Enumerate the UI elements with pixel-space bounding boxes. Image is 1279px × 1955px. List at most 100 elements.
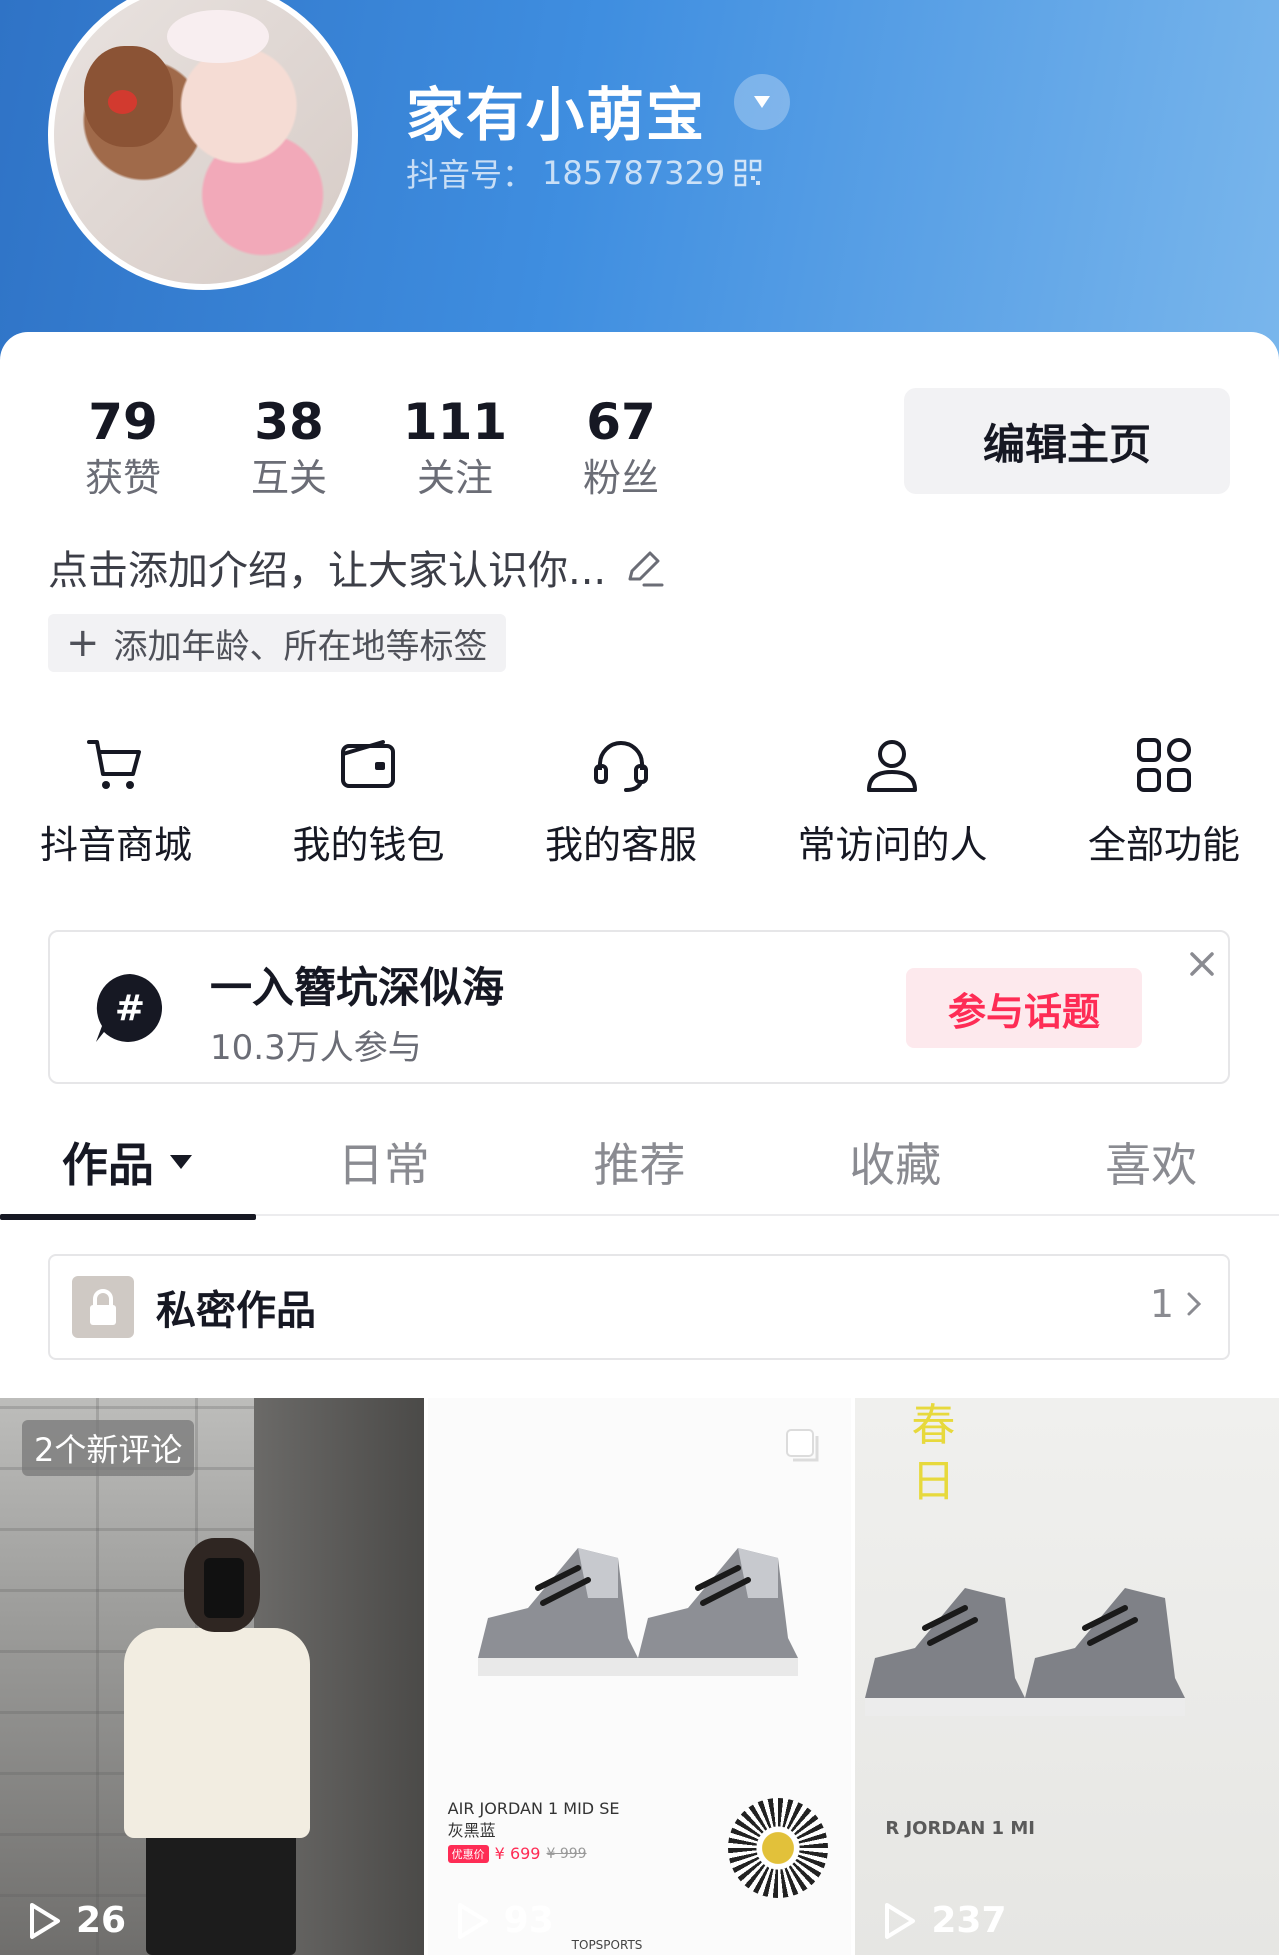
tab-label: 作品 xyxy=(61,1138,154,1192)
product-price: ¥ 699 xyxy=(494,1844,541,1863)
stat-value: 38 xyxy=(254,393,324,451)
svg-text:#: # xyxy=(115,988,145,1029)
store-qr-code xyxy=(727,1798,828,1898)
add-tags-button[interactable]: + 添加年龄、所在地等标签 xyxy=(48,614,506,672)
caret-down-icon xyxy=(169,1155,192,1169)
stat-following[interactable]: 111 关注 xyxy=(372,392,538,504)
private-works-label: 私密作品 xyxy=(156,1288,316,1334)
tab-likes[interactable]: 喜欢 xyxy=(1023,1108,1279,1216)
private-works-count: 1 xyxy=(1150,1282,1202,1326)
lock-icon xyxy=(90,1289,116,1325)
play-icon xyxy=(885,1902,916,1939)
chevron-down-icon xyxy=(754,96,770,108)
video-thumbnail[interactable]: AIR JORDAN 1 MID SE灰黑蓝 优惠价 ¥ 699 ¥ 999 T… xyxy=(427,1398,852,1955)
profile-card: 79 获赞 38 互关 111 关注 67 粉丝 编辑主页 点击添加介绍，让大家… xyxy=(0,332,1279,1955)
avatar[interactable] xyxy=(48,0,358,290)
play-count-value: 26 xyxy=(76,1900,127,1941)
topic-title: 一入簪坑深似海 xyxy=(210,963,505,1012)
video-thumbnail[interactable]: 春日 R JORDAN 1 MI 237 xyxy=(855,1398,1279,1955)
hashtag-icon: # xyxy=(96,974,163,1042)
stat-label: 粉丝 xyxy=(582,456,659,500)
video-grid: 2个新评论 26 AIR JORDAN 1 MID SE灰黑蓝 优惠价 ¥ 69… xyxy=(0,1398,1279,1955)
topic-participants: 10.3万人参与 xyxy=(210,1028,422,1068)
stat-label: 互关 xyxy=(250,456,327,500)
video-thumbnail[interactable]: 2个新评论 26 xyxy=(0,1398,424,1955)
person-phone xyxy=(204,1558,244,1618)
chevron-right-icon xyxy=(1187,1292,1202,1316)
douyin-id-value: 185787329 xyxy=(542,154,726,192)
pencil-icon xyxy=(628,551,664,587)
content-tabs: 作品 日常 推荐 收藏 喜欢 xyxy=(0,1108,1279,1216)
douyin-id[interactable]: 抖音号： 185787329 xyxy=(406,150,763,196)
feature-all-functions[interactable]: 全部功能 xyxy=(1088,732,1240,869)
product-name: AIR JORDAN 1 MID SE灰黑蓝 xyxy=(447,1799,620,1840)
overlay-text: 春日 xyxy=(911,1400,956,1507)
feature-label: 我的客服 xyxy=(544,823,697,867)
feature-frequent-visitors[interactable]: 常访问的人 xyxy=(797,732,987,869)
intro-field[interactable]: 点击添加介绍，让大家认识你... xyxy=(48,538,666,596)
add-tags-label: 添加年龄、所在地等标签 xyxy=(113,626,488,667)
active-tab-indicator xyxy=(0,1214,256,1220)
tab-label: 收藏 xyxy=(849,1138,942,1192)
douyin-id-label: 抖音号： xyxy=(406,156,535,194)
stat-value: 79 xyxy=(88,393,158,451)
sneakers-image xyxy=(865,1588,1186,1716)
private-count-value: 1 xyxy=(1149,1282,1174,1326)
tab-label: 推荐 xyxy=(593,1138,686,1192)
qr-code-icon[interactable] xyxy=(733,158,763,188)
tab-works[interactable]: 作品 xyxy=(0,1108,256,1216)
stat-label: 获赞 xyxy=(84,456,161,500)
username: 家有小萌宝 xyxy=(406,81,707,149)
tab-favorites[interactable]: 收藏 xyxy=(767,1108,1023,1216)
play-count: 93 xyxy=(454,1900,554,1941)
topic-banner[interactable]: # 一入簪坑深似海 10.3万人参与 参与话题 xyxy=(48,930,1230,1084)
stat-label: 关注 xyxy=(416,456,493,500)
cart-icon xyxy=(87,740,141,789)
profile-header: 家有小萌宝 抖音号： 185787329 xyxy=(0,0,1279,360)
play-count-value: 93 xyxy=(503,1900,554,1941)
feature-shortcuts: 抖音商城 我的钱包 我的客服 常访问的人 全部功能 xyxy=(40,732,1240,869)
stat-mutual[interactable]: 38 互关 xyxy=(206,392,372,504)
avatar-hat xyxy=(167,9,269,64)
feature-label: 全部功能 xyxy=(1087,823,1240,867)
play-icon xyxy=(30,1902,60,1939)
product-name: R JORDAN 1 MI xyxy=(885,1818,1035,1839)
headset-icon xyxy=(593,741,648,792)
tab-label: 喜欢 xyxy=(1105,1138,1198,1192)
person-shorts xyxy=(146,1828,296,1955)
feature-customer-service[interactable]: 我的客服 xyxy=(545,732,697,869)
intro-placeholder: 点击添加介绍，让大家认识你... xyxy=(48,548,607,594)
play-count-value: 237 xyxy=(931,1900,1007,1941)
feature-label: 抖音商城 xyxy=(40,823,193,867)
person-shirt xyxy=(124,1628,310,1838)
play-count: 26 xyxy=(26,1900,126,1941)
play-icon xyxy=(457,1902,488,1939)
tab-recommend[interactable]: 推荐 xyxy=(512,1108,768,1216)
feature-label: 我的钱包 xyxy=(292,823,445,867)
stat-value: 67 xyxy=(586,393,656,451)
brand-name: TOPSPORTS xyxy=(571,1938,643,1952)
account-switch-button[interactable] xyxy=(734,74,790,130)
product-old-price: ¥ 999 xyxy=(546,1845,587,1862)
play-count: 237 xyxy=(881,1900,1007,1941)
product-price-row: 优惠价 ¥ 699 ¥ 999 xyxy=(447,1844,587,1863)
wallet-icon xyxy=(341,740,396,788)
stat-followers[interactable]: 67 粉丝 xyxy=(538,392,704,504)
feature-mall[interactable]: 抖音商城 xyxy=(40,732,192,869)
feature-label: 常访问的人 xyxy=(797,823,988,867)
person-icon xyxy=(867,740,918,792)
feature-wallet[interactable]: 我的钱包 xyxy=(292,732,445,869)
stat-value: 111 xyxy=(402,393,508,451)
tab-daily[interactable]: 日常 xyxy=(256,1108,512,1216)
stats-row: 79 获赞 38 互关 111 关注 67 粉丝 xyxy=(40,392,704,504)
join-topic-button[interactable]: 参与话题 xyxy=(906,968,1142,1048)
close-icon[interactable] xyxy=(1184,946,1220,982)
private-works-row[interactable]: 私密作品 1 xyxy=(48,1254,1230,1360)
new-comments-badge: 2个新评论 xyxy=(22,1420,195,1476)
sneakers-image xyxy=(477,1548,798,1676)
stat-likes[interactable]: 79 获赞 xyxy=(40,392,206,504)
plus-icon: + xyxy=(66,620,100,666)
grid-icon xyxy=(1136,738,1191,792)
edit-profile-button[interactable]: 编辑主页 xyxy=(904,388,1230,494)
tab-label: 日常 xyxy=(337,1138,430,1192)
